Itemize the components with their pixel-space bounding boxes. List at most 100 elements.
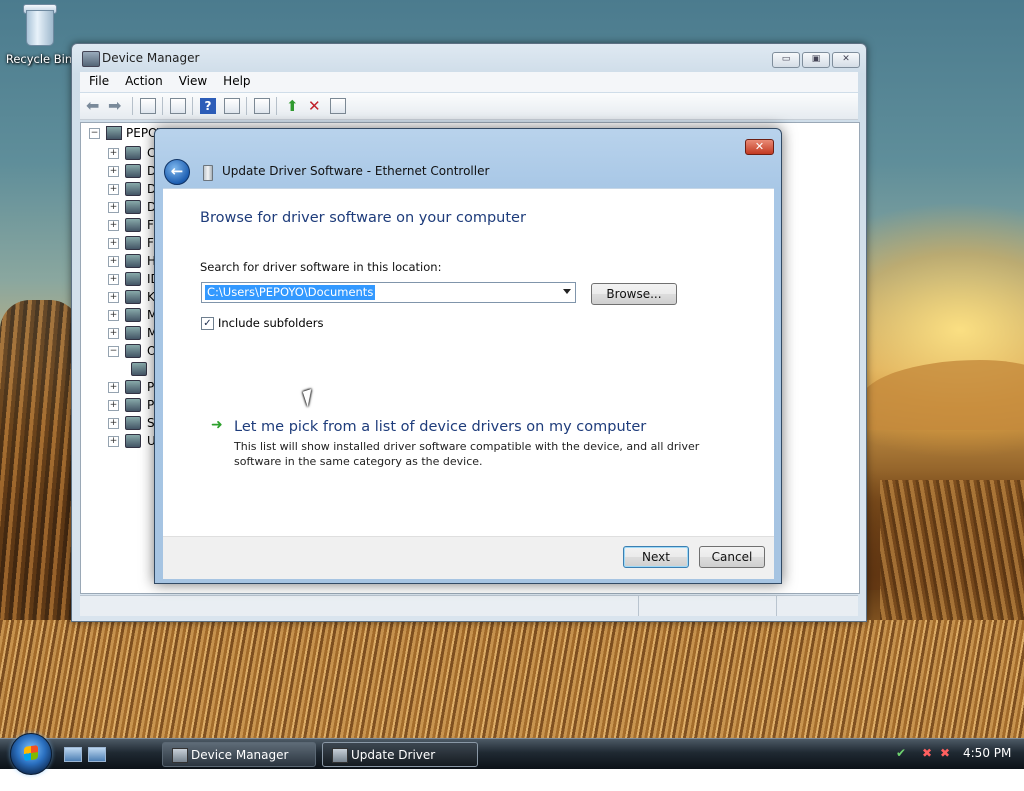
disable-icon[interactable] bbox=[330, 98, 346, 114]
device-category-icon bbox=[125, 254, 141, 268]
dialog-close-button[interactable]: ✕ bbox=[745, 139, 774, 155]
device-category-icon bbox=[125, 218, 141, 232]
menu-bar: File Action View Help bbox=[80, 72, 858, 92]
cancel-button[interactable]: Cancel bbox=[699, 546, 765, 568]
forward-icon[interactable]: ➡ bbox=[108, 98, 124, 114]
tree-item[interactable]: +Ur bbox=[108, 432, 161, 450]
device-manager-task-icon bbox=[172, 748, 188, 763]
back-icon[interactable]: ⬅ bbox=[86, 98, 102, 114]
device-category-icon bbox=[125, 164, 141, 178]
pick-from-list-link[interactable]: Let me pick from a list of device driver… bbox=[234, 419, 646, 435]
green-arrow-icon: ➜ bbox=[211, 417, 223, 433]
tree-item[interactable]: + M bbox=[108, 306, 157, 324]
tree-item[interactable]: +Di bbox=[108, 162, 160, 180]
status-divider bbox=[638, 596, 640, 616]
tree-item[interactable]: + Fl bbox=[108, 216, 157, 234]
page-heading: Browse for driver software on your compu… bbox=[200, 210, 526, 226]
tree-item[interactable]: +ID bbox=[108, 270, 160, 288]
tree-expander-toggle[interactable]: − bbox=[108, 345, 119, 357]
tree-collapse-toggle[interactable]: − bbox=[89, 127, 100, 139]
dialog-footer: Next Cancel bbox=[163, 536, 774, 579]
help-icon[interactable]: ? bbox=[200, 98, 216, 114]
status-bar bbox=[80, 595, 858, 616]
tree-expander-toggle[interactable]: + bbox=[108, 255, 119, 267]
start-button[interactable] bbox=[10, 733, 52, 775]
tree-item[interactable]: +Di bbox=[108, 180, 160, 198]
uninstall-icon[interactable]: ✕ bbox=[308, 98, 324, 114]
view-icon[interactable] bbox=[224, 98, 240, 114]
caption-buttons: ▭ ▣ ✕ bbox=[772, 52, 860, 68]
device-category-icon bbox=[125, 272, 141, 286]
device-category-icon bbox=[125, 236, 141, 250]
browse-button[interactable]: Browse... bbox=[591, 283, 677, 305]
switch-windows-icon[interactable] bbox=[88, 747, 106, 762]
tree-expander-toggle[interactable]: + bbox=[108, 183, 119, 195]
search-location-label: Search for driver software in this locat… bbox=[200, 260, 442, 274]
security-shield-icon[interactable]: ✔ bbox=[894, 746, 908, 760]
network-disconnected-icon[interactable]: ✖ bbox=[920, 746, 934, 760]
location-combobox[interactable]: C:\Users\PEPOYO\Documents bbox=[201, 282, 576, 303]
tree-expander-toggle[interactable]: + bbox=[108, 165, 119, 177]
device-category-icon bbox=[125, 146, 141, 160]
taskbar-update-driver[interactable]: Update Driver Softw... bbox=[322, 742, 478, 786]
volume-muted-icon[interactable]: ✖ bbox=[938, 746, 952, 760]
device-category-icon bbox=[125, 398, 141, 412]
close-button[interactable]: ✕ bbox=[832, 52, 860, 68]
tree-expander-toggle[interactable]: + bbox=[108, 237, 119, 249]
maximize-button[interactable]: ▣ bbox=[802, 52, 830, 68]
device-category-icon bbox=[125, 182, 141, 196]
include-subfolders-checkbox[interactable]: ✓ bbox=[201, 316, 214, 330]
network-adapter-icon bbox=[203, 165, 213, 181]
minimize-button[interactable]: ▭ bbox=[772, 52, 800, 68]
page-icon[interactable] bbox=[170, 98, 186, 114]
device-category-icon bbox=[125, 290, 141, 304]
tree-item[interactable]: + Fl bbox=[108, 234, 157, 252]
tree-item[interactable]: + M bbox=[108, 324, 157, 342]
tree-expander-toggle[interactable]: + bbox=[108, 435, 119, 447]
device-category-icon bbox=[125, 380, 141, 394]
scan-hardware-icon[interactable] bbox=[254, 98, 270, 114]
tree-expander-toggle[interactable]: + bbox=[108, 201, 119, 213]
taskbar-device-manager[interactable]: Device Manager bbox=[162, 742, 316, 767]
toolbar: ⬅ ➡ ? ⬆ ✕ bbox=[80, 93, 858, 120]
computer-icon bbox=[106, 126, 122, 140]
wallpaper-field bbox=[0, 620, 1024, 738]
include-subfolders-option[interactable]: ✓ Include subfolders bbox=[201, 316, 323, 330]
tree-expander-toggle[interactable]: + bbox=[108, 309, 119, 321]
properties-icon[interactable] bbox=[140, 98, 156, 114]
pick-from-list-description: This list will show installed driver sof… bbox=[234, 440, 700, 468]
tree-expander-toggle[interactable]: + bbox=[108, 219, 119, 231]
update-driver-task-icon bbox=[332, 748, 348, 763]
device-manager-titlebar[interactable]: Device Manager ▭ ▣ ✕ bbox=[72, 44, 866, 72]
next-button[interactable]: Next bbox=[623, 546, 689, 568]
wallpaper-hill bbox=[860, 360, 1024, 430]
device-category-icon bbox=[131, 362, 147, 376]
menu-help[interactable]: Help bbox=[214, 72, 257, 88]
tree-item[interactable] bbox=[125, 360, 153, 378]
show-desktop-icon[interactable] bbox=[64, 747, 82, 762]
dropdown-arrow-icon[interactable] bbox=[563, 289, 571, 294]
tree-expander-toggle[interactable]: + bbox=[108, 399, 119, 411]
status-divider bbox=[776, 596, 778, 616]
menu-view[interactable]: View bbox=[170, 72, 214, 88]
update-driver-dialog: ✕ ← Update Driver Software - Ethernet Co… bbox=[154, 128, 782, 584]
tree-item[interactable]: + Pr bbox=[108, 396, 159, 414]
tree-expander-toggle[interactable]: + bbox=[108, 327, 119, 339]
tree-expander-toggle[interactable]: + bbox=[108, 273, 119, 285]
device-manager-icon bbox=[82, 51, 100, 67]
device-manager-title: Device Manager bbox=[102, 51, 200, 65]
recycle-bin-shortcut[interactable]: Recycle Bin bbox=[4, 4, 74, 66]
recycle-bin-label: Recycle Bin bbox=[5, 52, 73, 66]
menu-action[interactable]: Action bbox=[116, 72, 170, 88]
tree-expander-toggle[interactable]: + bbox=[108, 417, 119, 429]
tree-expander-toggle[interactable]: + bbox=[108, 381, 119, 393]
clock[interactable]: 4:50 PM bbox=[963, 746, 1011, 760]
location-path-value[interactable]: C:\Users\PEPOYO\Documents bbox=[205, 285, 376, 300]
back-arrow-button[interactable]: ← bbox=[164, 159, 190, 185]
update-driver-icon[interactable]: ⬆ bbox=[286, 98, 302, 114]
menu-file[interactable]: File bbox=[80, 72, 116, 88]
include-subfolders-label: Include subfolders bbox=[218, 316, 324, 330]
taskbar: Device Manager Update Driver Softw... ✔ … bbox=[0, 733, 1024, 786]
tree-expander-toggle[interactable]: + bbox=[108, 147, 119, 159]
tree-expander-toggle[interactable]: + bbox=[108, 291, 119, 303]
